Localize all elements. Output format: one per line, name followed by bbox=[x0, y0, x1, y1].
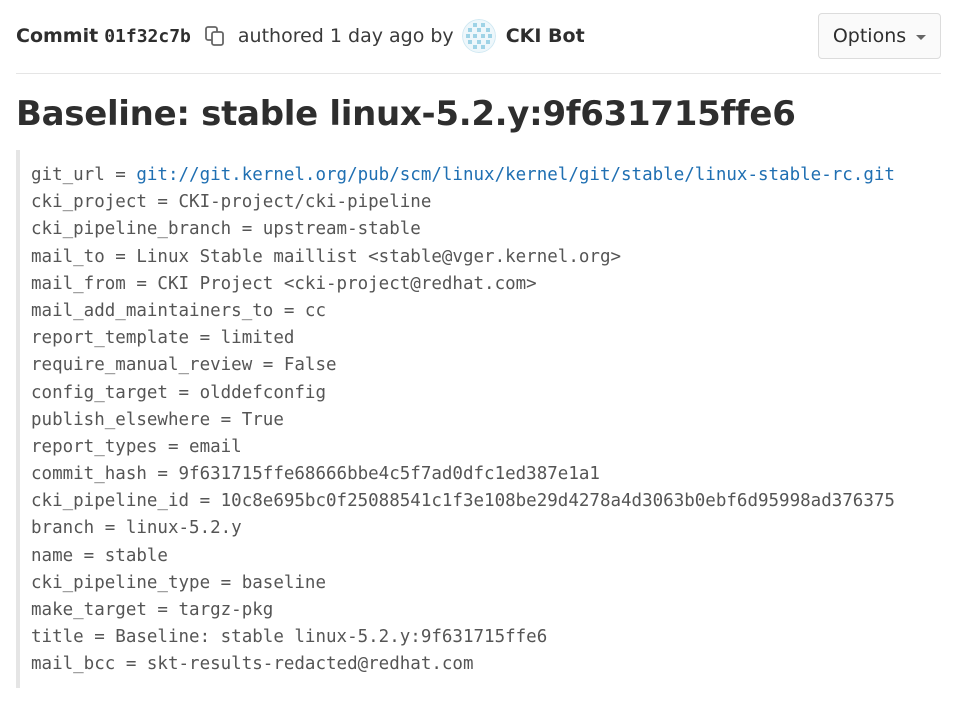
copy-icon[interactable] bbox=[204, 25, 226, 47]
description-line: report_template = limited bbox=[31, 328, 295, 349]
description-line: title = Baseline: stable linux-5.2.y:9f6… bbox=[31, 627, 548, 648]
caret-down-icon bbox=[916, 34, 927, 40]
avatar[interactable] bbox=[461, 19, 496, 53]
commit-info: Commit 01f32c7b authored 1 day ago by CK… bbox=[16, 19, 585, 53]
description-line: publish_elsewhere = True bbox=[31, 409, 284, 430]
description-line: branch = linux-5.2.y bbox=[31, 518, 242, 539]
description-line: make_target = targz-pkg bbox=[31, 600, 274, 620]
commit-label: Commit bbox=[16, 25, 99, 47]
description-line: cki_project = CKI-project/cki-pipeline bbox=[31, 192, 432, 213]
description-line: config_target = olddefconfig bbox=[31, 382, 327, 403]
git-url-key: git_url = bbox=[31, 165, 137, 185]
commit-sha: 01f32c7b bbox=[104, 25, 191, 47]
description-line: mail_add_maintainers_to = cc bbox=[31, 300, 327, 321]
description-line: name = stable bbox=[31, 545, 168, 566]
author-link[interactable]: CKI Bot bbox=[506, 25, 585, 47]
commit-description: git_url = git://git.kernel.org/pub/scm/l… bbox=[16, 150, 941, 688]
description-line: cki_pipeline_id = 10c8e695bc0f25088541c1… bbox=[31, 491, 895, 512]
description-line: require_manual_review = False bbox=[31, 355, 337, 376]
description-line-git-url: git_url = git://git.kernel.org/pub/scm/l… bbox=[31, 162, 941, 189]
description-line: mail_bcc = skt-results-redacted@redhat.c… bbox=[31, 654, 474, 675]
description-line: cki_pipeline_type = baseline bbox=[31, 572, 327, 593]
commit-header: Commit 01f32c7b authored 1 day ago by CK… bbox=[16, 0, 941, 74]
authored-text: authored 1 day ago by bbox=[237, 25, 454, 47]
description-line: commit_hash = 9f631715ffe68666bbe4c5f7ad… bbox=[31, 464, 600, 485]
description-line: report_types = email bbox=[31, 436, 242, 457]
options-label: Options bbox=[832, 25, 907, 47]
description-line: mail_from = CKI Project <cki-project@red… bbox=[31, 273, 537, 294]
description-line: cki_pipeline_branch = upstream-stable bbox=[31, 219, 421, 240]
description-line: mail_to = Linux Stable maillist <stable@… bbox=[31, 246, 622, 267]
page-title: Baseline: stable linux-5.2.y:9f631715ffe… bbox=[16, 94, 796, 134]
options-dropdown-button[interactable]: Options bbox=[818, 13, 941, 59]
git-url-link[interactable]: git://git.kernel.org/pub/scm/linux/kerne… bbox=[136, 165, 895, 185]
